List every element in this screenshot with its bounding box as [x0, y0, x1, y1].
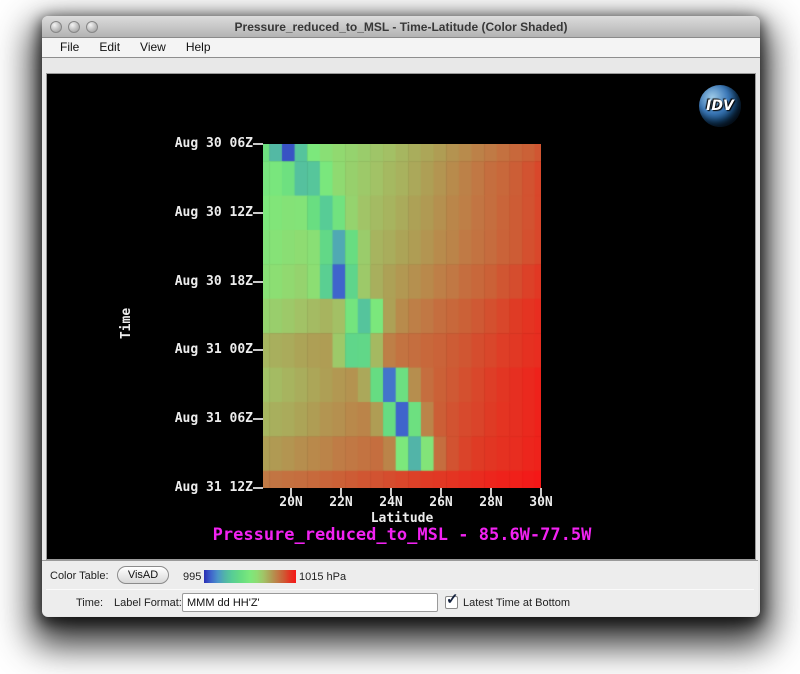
- latest-time-checkbox-label: Latest Time at Bottom: [463, 597, 570, 609]
- y-tick-label: Aug 31 00Z: [107, 342, 253, 357]
- y-tick-label: Aug 30 18Z: [107, 274, 253, 289]
- y-tick: [253, 418, 263, 420]
- x-axis-title: Latitude: [47, 511, 757, 526]
- y-tick: [253, 281, 263, 283]
- checkmark-icon: ✓: [446, 590, 459, 608]
- color-table-button[interactable]: VisAD: [117, 566, 169, 584]
- y-tick: [253, 143, 263, 145]
- label-format-label: Label Format:: [114, 597, 182, 609]
- y-tick-label: Aug 31 12Z: [107, 480, 253, 495]
- legend-min-label: 995: [183, 571, 201, 583]
- y-tick: [253, 212, 263, 214]
- color-legend-bar: [204, 570, 296, 583]
- screenshot-stage: Pressure_reduced_to_MSL - Time-Latitude …: [0, 0, 800, 674]
- time-latitude-heatmap[interactable]: [263, 144, 541, 488]
- y-axis-title: Time: [119, 308, 134, 339]
- menu-file[interactable]: File: [50, 38, 89, 57]
- y-tick-label: Aug 31 06Z: [107, 411, 253, 426]
- menu-edit[interactable]: Edit: [89, 38, 130, 57]
- window-titlebar[interactable]: Pressure_reduced_to_MSL - Time-Latitude …: [42, 16, 760, 38]
- time-label: Time:: [76, 597, 103, 609]
- menu-view[interactable]: View: [130, 38, 176, 57]
- label-format-input[interactable]: [182, 593, 438, 612]
- window-title: Pressure_reduced_to_MSL - Time-Latitude …: [42, 20, 760, 34]
- x-tick-label: 30N: [511, 495, 571, 510]
- menu-bar: File Edit View Help: [42, 38, 760, 58]
- idv-logo-icon: IDV: [699, 85, 741, 127]
- y-tick-label: Aug 30 12Z: [107, 205, 253, 220]
- plot-view[interactable]: IDV Aug 30 06Z Aug 30 12Z Aug 30 18Z Aug 31…: [46, 73, 756, 560]
- control-panel: Color Table: VisAD 995 1015 hPa Time: La…: [42, 560, 758, 616]
- panel-divider: [46, 589, 754, 590]
- y-tick: [253, 349, 263, 351]
- app-window: Pressure_reduced_to_MSL - Time-Latitude …: [42, 16, 760, 617]
- plot-title: Pressure_reduced_to_MSL - 85.6W-77.5W: [47, 525, 757, 545]
- latest-time-checkbox[interactable]: ✓: [445, 596, 458, 609]
- y-tick: [253, 487, 263, 489]
- y-tick-label: Aug 30 06Z: [107, 136, 253, 151]
- legend-max-label: 1015 hPa: [299, 571, 346, 583]
- color-table-label: Color Table:: [50, 570, 109, 582]
- menu-help[interactable]: Help: [176, 38, 221, 57]
